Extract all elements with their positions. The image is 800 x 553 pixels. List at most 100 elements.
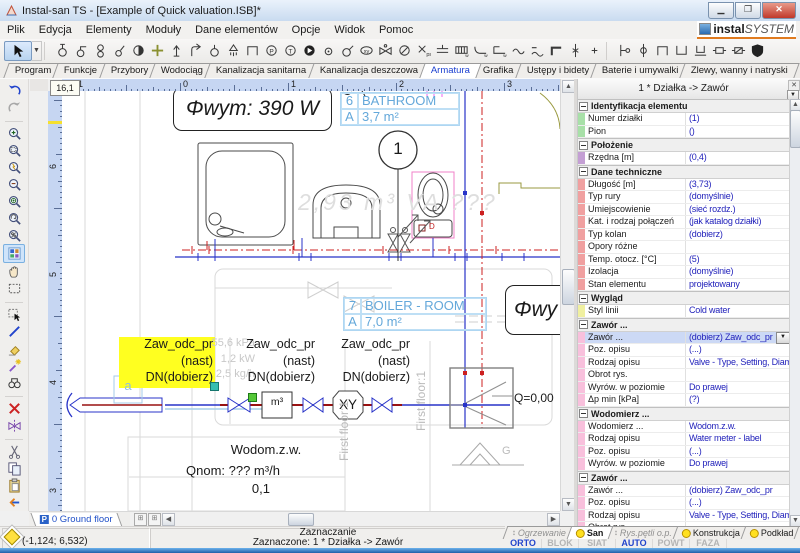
panel-section-wygl-d-3[interactable]: Wygląd — [578, 291, 790, 305]
bathtub[interactable] — [198, 143, 293, 245]
title-bar[interactable]: Instal-san TS - [Example of Quick valuat… — [0, 0, 800, 22]
property-row-kat-i-rodzaj-po-cze[interactable]: Kat. i rodzaj połączeń(jak katalog dział… — [578, 216, 790, 229]
valve-label-2[interactable]: Zaw_odc_pr (nast) DN(dobierz) — [219, 336, 315, 386]
menu-item-pomoc[interactable]: Pomoc — [372, 23, 420, 37]
flush-valves[interactable] — [388, 215, 430, 252]
dropdown-button[interactable]: ▼ — [776, 332, 790, 344]
room-label-bathroom[interactable]: 6 BATHROOM A 3,7 m² — [340, 92, 460, 126]
zoom-in-icon[interactable] — [4, 125, 24, 142]
nav-back-icon[interactable] — [4, 494, 24, 511]
tool-inline-heater-icon[interactable] — [729, 41, 748, 60]
toggle-siat[interactable]: SIAT — [579, 539, 616, 548]
panel-scroll-thumb[interactable] — [790, 110, 800, 148]
tool-xy-meter-icon[interactable]: xy — [357, 41, 376, 60]
valve-label-3[interactable]: Zaw_odc_pr (nast) DN(dobierz) — [314, 336, 410, 386]
tool-wall-connect-icon[interactable] — [615, 41, 634, 60]
tool-radiator-supply-icon[interactable]: w — [452, 41, 471, 60]
power-callout-2[interactable]: Φwy — [505, 285, 560, 335]
copy-icon[interactable] — [4, 460, 24, 477]
tool-elbow-icon[interactable] — [547, 41, 566, 60]
tool-kettle-icon[interactable] — [338, 41, 357, 60]
menu-item-dane-element-w[interactable]: Dane elementów — [188, 23, 285, 37]
node-marker-selected[interactable] — [248, 393, 257, 402]
property-row-wyr-w-w-poziomie[interactable]: Wyrów. w poziomieDo prawej — [578, 458, 790, 471]
tool-radiator-conn-icon[interactable]: w — [471, 41, 490, 60]
toggle-orto[interactable]: ORTO — [505, 539, 542, 548]
tool-angle-valve-icon[interactable] — [72, 41, 91, 60]
zoom-last-icon[interactable] — [4, 210, 24, 227]
binoculars-icon[interactable] — [4, 374, 24, 391]
tab-zlewy-wanny-i-natryski[interactable]: Zlewy, wanny i natryski — [680, 63, 800, 78]
menu-item-opcje[interactable]: Opcje — [285, 23, 328, 37]
canvas-horizontal-scrollbar[interactable]: ⊞ ⊞ ◀ ▶ — [130, 511, 560, 526]
collapse-icon[interactable] — [579, 141, 588, 150]
scroll-right-icon[interactable]: ▶ — [547, 513, 560, 526]
power-callout[interactable]: Φwym: 390 W — [173, 91, 332, 131]
pan-hand-icon[interactable] — [4, 263, 24, 280]
paste-icon[interactable] — [4, 477, 24, 494]
tool-half-disc-icon[interactable] — [129, 41, 148, 60]
tool-vertical-gauge-icon[interactable] — [634, 41, 653, 60]
property-row-opory-r-ne[interactable]: Opory różne — [578, 241, 790, 254]
toggle-faza[interactable]: FAZA — [690, 539, 727, 548]
zoom-out-icon[interactable] — [4, 176, 24, 193]
property-row-wodomierz[interactable]: Wodomierz ...Wodom.z.w. — [578, 421, 790, 434]
property-row-numer-dzia-ki[interactable]: Numer działki(1) — [578, 113, 790, 126]
menu-item-plik[interactable]: Plik — [0, 23, 32, 37]
property-row-rodzaj-opisu[interactable]: Rodzaj opisuValve - Type, Setting, Diame… — [578, 357, 790, 370]
tool-vertical-valve-icon[interactable] — [566, 41, 585, 60]
zoom-dynamic-icon[interactable] — [4, 159, 24, 176]
tool-bowtie-meter-icon[interactable] — [376, 41, 395, 60]
view-arrange-icon[interactable] — [3, 244, 25, 263]
property-row-izolacja[interactable]: Izolacja(domyślnie) — [578, 266, 790, 279]
close-button[interactable]: ✕ — [762, 2, 796, 19]
zoom-percent-icon[interactable] — [4, 227, 24, 244]
property-row-pion[interactable]: Pion() — [578, 126, 790, 139]
panel-section-zaw-r-4[interactable]: Zawór ... — [578, 318, 790, 332]
tool-inline-meter-icon[interactable] — [710, 41, 729, 60]
zoom-window-icon[interactable] — [4, 142, 24, 159]
collapse-icon[interactable] — [579, 473, 588, 482]
tool-end-cap-icon[interactable] — [585, 41, 604, 60]
tab-kanalizacja-sanitarna[interactable]: Kanalizacja sanitarna — [205, 63, 319, 78]
collapse-icon[interactable] — [579, 409, 588, 418]
redo-icon[interactable] — [4, 99, 24, 116]
property-row-zaw-r[interactable]: Zawór ...(dobierz) Zaw_odc_pr — [578, 485, 790, 498]
canvas-vertical-scrollbar[interactable]: ▲ ▼ — [560, 79, 575, 511]
select-arrow-icon[interactable] — [4, 306, 24, 323]
tool-wave-low-icon[interactable] — [528, 41, 547, 60]
tool-check-valve-icon[interactable] — [319, 41, 338, 60]
tool-ps-marker-icon[interactable]: ps — [414, 41, 433, 60]
menu-item-modu-y[interactable]: Moduły — [139, 23, 188, 37]
tool-circulator-icon[interactable] — [300, 41, 319, 60]
property-row-wyr-w-w-poziomie[interactable]: Wyrów. w poziomieDo prawej — [578, 382, 790, 395]
sheet-list-button[interactable]: ⊞ — [148, 513, 161, 526]
menu-item-widok[interactable]: Widok — [327, 23, 372, 37]
toggle-blok[interactable]: BLOK — [542, 539, 579, 548]
toggle-powt[interactable]: POWT — [653, 539, 690, 548]
tool-stop-valve-icon[interactable] — [53, 41, 72, 60]
tool-basin-top-icon[interactable] — [653, 41, 672, 60]
sheet-tab-ground-floor[interactable]: P 0 Ground floor — [30, 513, 122, 527]
property-row-zaw-r[interactable]: Zawór ...(dobierz) Zaw_odc_pr▼ — [578, 332, 790, 345]
maximize-button[interactable]: ❐ — [735, 2, 761, 19]
tool-basin-under-icon[interactable] — [691, 41, 710, 60]
select-tool-button[interactable] — [4, 41, 32, 61]
view-tab-san[interactable]: San — [567, 526, 613, 539]
tool-slash-circle-icon[interactable] — [395, 41, 414, 60]
room-label-boiler[interactable]: 7 BOILER - ROOM A 7,0 m² — [343, 297, 487, 331]
tool-showerhead-icon[interactable] — [224, 41, 243, 60]
cut-pipe-icon[interactable] — [4, 417, 24, 434]
collapse-icon[interactable] — [579, 167, 588, 176]
tool-shield-icon[interactable] — [748, 41, 767, 60]
gully-symbol[interactable] — [452, 443, 524, 465]
distribution-pipes[interactable] — [175, 238, 560, 261]
property-row-obrot-rys[interactable]: Obrot rys. — [578, 369, 790, 382]
view-tab-podk-ad[interactable]: Podkład — [740, 526, 800, 539]
property-row-temp-otocz-c[interactable]: Temp. otocz. [°C](5) — [578, 254, 790, 267]
sheet-add-button[interactable]: ⊞ — [134, 513, 147, 526]
hscroll-thumb[interactable] — [288, 513, 314, 526]
panel-scrollbar[interactable]: ▲ ▼ — [789, 99, 800, 526]
property-row-poz-opisu[interactable]: Poz. opisu(...) — [578, 497, 790, 510]
menu-item-elementy[interactable]: Elementy — [79, 23, 139, 37]
